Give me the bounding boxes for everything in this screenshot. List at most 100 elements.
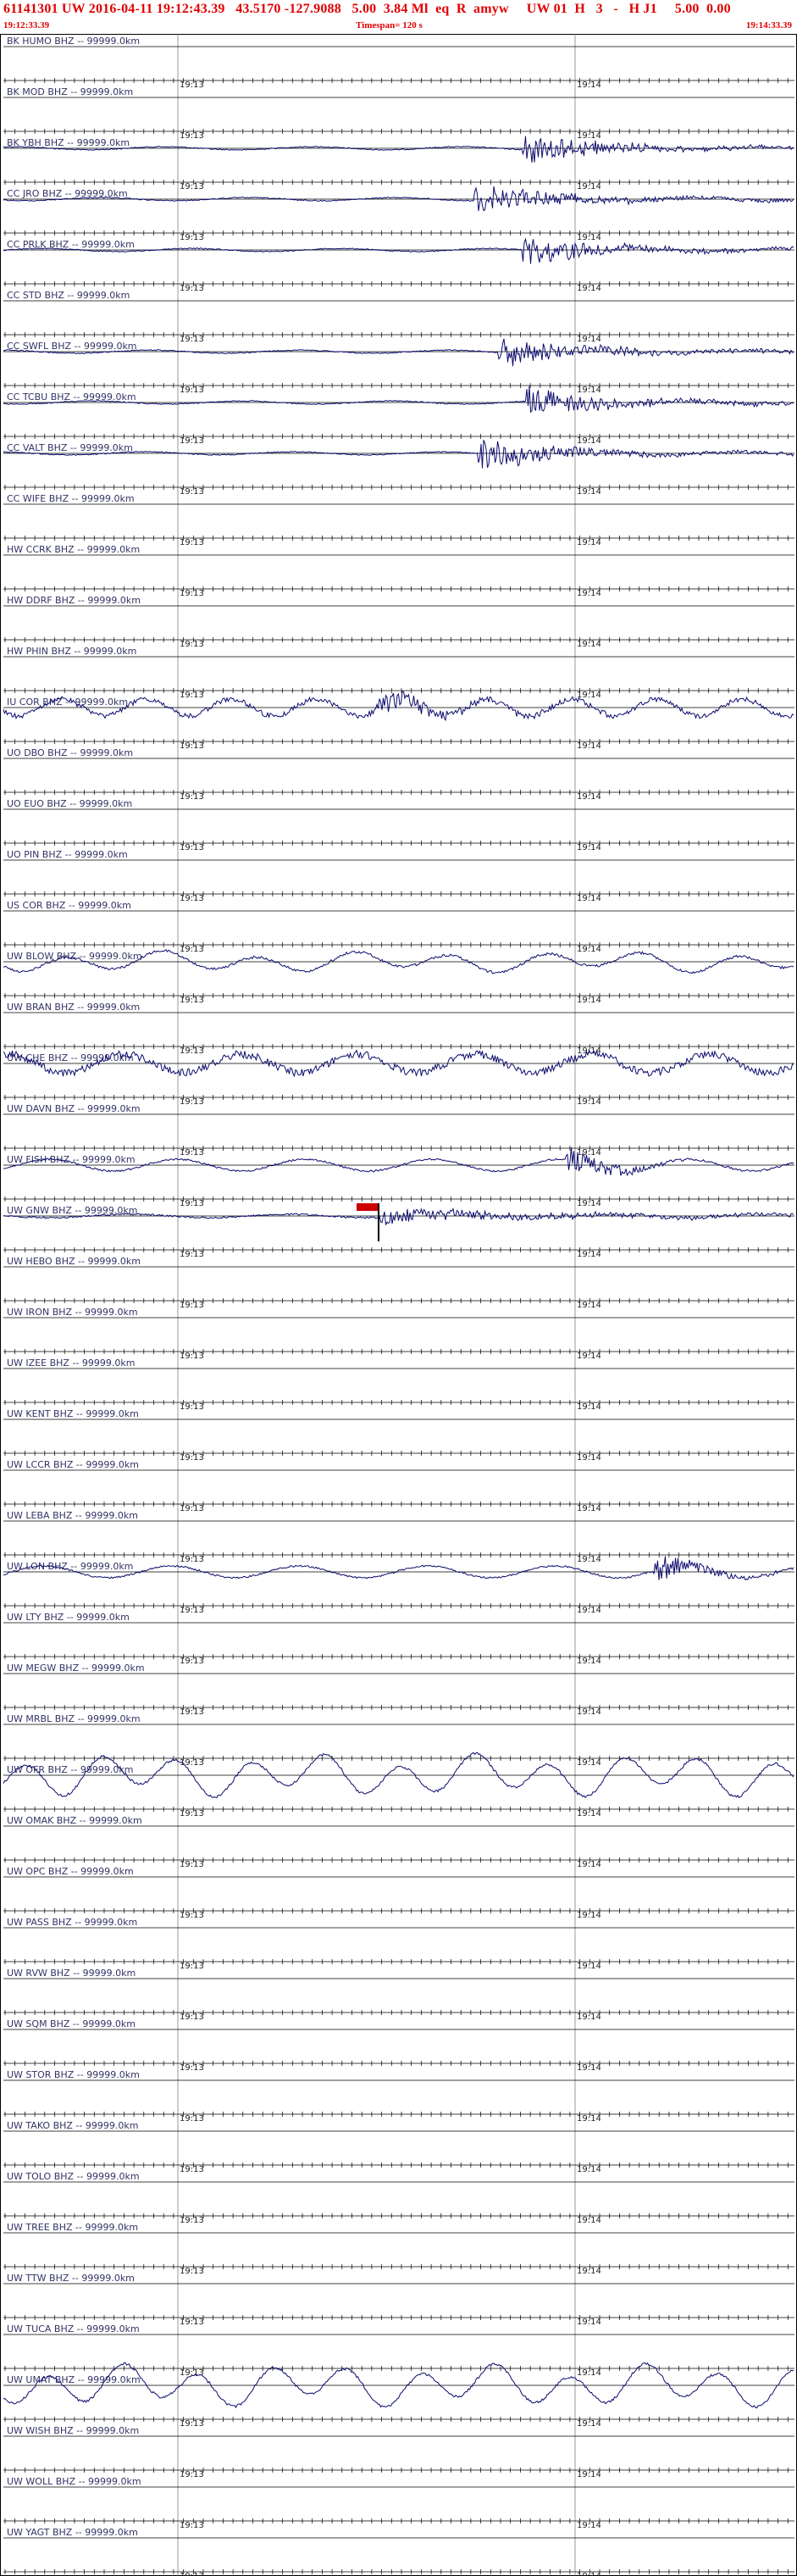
channel-label[interactable]: CC WIFE BHZ -- 99999.0km [7, 493, 135, 504]
channel-label[interactable]: CC TCBU BHZ -- 99999.0km [7, 391, 136, 402]
time-label-19-13: 19:13 [180, 2216, 204, 2225]
time-label-19-13: 19:13 [180, 843, 204, 852]
seismogram-panel[interactable]: 19:13 19:14 BK HUMO BHZ -- 99999.0km 19:13 1… [0, 34, 797, 2576]
channel-label[interactable]: UW LCCR BHZ -- 99999.0km [7, 1459, 139, 1470]
channel-label[interactable]: BK HUMO BHZ -- 99999.0km [7, 36, 140, 47]
time-label-19-14: 19:14 [577, 894, 601, 903]
channel-label[interactable]: UW WISH BHZ -- 99999.0km [7, 2425, 139, 2436]
channel-label[interactable]: UW TTW BHZ -- 99999.0km [7, 2273, 135, 2284]
channel-label[interactable]: UW OMAK BHZ -- 99999.0km [7, 1815, 142, 1826]
channel-label[interactable]: UW BLOW BHZ -- 99999.0km [7, 951, 142, 962]
channel-label[interactable]: HW CCRK BHZ -- 99999.0km [7, 544, 140, 555]
time-label-19-14: 19:14 [577, 843, 601, 852]
channel-label[interactable]: CC VALT BHZ -- 99999.0km [7, 442, 133, 453]
time-label-19-14: 19:14 [577, 792, 601, 802]
time-label-19-13: 19:13 [180, 233, 204, 242]
channel-label[interactable]: UW UMAT BHZ -- 99999.0km [7, 2374, 141, 2385]
channel-label[interactable]: UW OPC BHZ -- 99999.0km [7, 1866, 134, 1877]
time-label-19-13: 19:13 [180, 80, 204, 90]
channel-label[interactable]: UW IZEE BHZ -- 99999.0km [7, 1357, 135, 1368]
time-label-19-13: 19:13 [180, 1657, 204, 1666]
channel-label[interactable]: UW MRBL BHZ -- 99999.0km [7, 1713, 141, 1724]
time-label-19-14: 19:14 [577, 1707, 601, 1717]
time-label-19-14: 19:14 [577, 1555, 601, 1564]
time-label-19-13: 19:13 [180, 1352, 204, 1361]
time-label-19-13: 19:13 [180, 2114, 204, 2124]
channel-label[interactable]: UW YAGT BHZ -- 99999.0km [7, 2527, 138, 2538]
time-label-19-14: 19:14 [577, 131, 601, 141]
channel-label[interactable]: UW DAVN BHZ -- 99999.0km [7, 1103, 141, 1114]
time-label-19-14: 19:14 [577, 1352, 601, 1361]
time-label-19-13: 19:13 [180, 1199, 204, 1208]
channel-label[interactable]: HW DDRF BHZ -- 99999.0km [7, 595, 141, 606]
channel-label[interactable]: UO DBO BHZ -- 99999.0km [7, 747, 133, 758]
channel-label[interactable]: UW BRAN BHZ -- 99999.0km [7, 1002, 140, 1013]
phase-pick-marker[interactable] [356, 1203, 379, 1211]
time-label-19-13: 19:13 [180, 487, 204, 497]
time-label-19-13: 19:13 [180, 996, 204, 1005]
time-label-19-14: 19:14 [577, 2368, 601, 2378]
channel-label[interactable]: UW TAKO BHZ -- 99999.0km [7, 2120, 138, 2131]
channel-label[interactable]: UW LEBA BHZ -- 99999.0km [7, 1510, 138, 1521]
time-label-19-13: 19:13 [180, 792, 204, 802]
time-label-19-13: 19:13 [180, 2419, 204, 2429]
time-label-19-14: 19:14 [577, 386, 601, 395]
time-label-19-14: 19:14 [577, 284, 601, 293]
channel-label[interactable]: UW TREE BHZ -- 99999.0km [7, 2222, 138, 2233]
channel-label[interactable]: BK MOD BHZ -- 99999.0km [7, 86, 133, 97]
time-label-19-14: 19:14 [577, 538, 601, 547]
time-label-19-13: 19:13 [180, 1250, 204, 1259]
time-label-19-14: 19:14 [577, 2063, 601, 2073]
time-label-19-14: 19:14 [577, 2470, 601, 2479]
channel-label[interactable]: UW OFR BHZ -- 99999.0km [7, 1764, 133, 1775]
time-label-19-14: 19:14 [577, 1911, 601, 1920]
channel-label[interactable]: UW WOLL BHZ -- 99999.0km [7, 2476, 141, 2487]
time-label-19-14: 19:14 [577, 2521, 601, 2530]
start-time-label: 19:12:33.39 [3, 20, 50, 31]
channel-label[interactable]: UO PIN BHZ -- 99999.0km [7, 849, 128, 860]
time-label-19-13: 19:13 [180, 1301, 204, 1310]
time-label-19-13: 19:13 [180, 2572, 204, 2576]
channel-label[interactable]: CC SWFL BHZ -- 99999.0km [7, 341, 137, 352]
channel-label[interactable]: UW PASS BHZ -- 99999.0km [7, 1917, 137, 1928]
time-label-19-14: 19:14 [577, 2012, 601, 2022]
channel-label[interactable]: UW RVW BHZ -- 99999.0km [7, 1968, 136, 1979]
time-label-19-13: 19:13 [180, 2165, 204, 2174]
channel-label[interactable]: CC STD BHZ -- 99999.0km [7, 290, 130, 301]
channel-label[interactable]: UW SQM BHZ -- 99999.0km [7, 2018, 136, 2029]
time-label-19-13: 19:13 [180, 691, 204, 700]
channel-label[interactable]: UW HEBO BHZ -- 99999.0km [7, 1256, 141, 1267]
time-label-19-13: 19:13 [180, 1046, 204, 1056]
channel-label[interactable]: UW KENT BHZ -- 99999.0km [7, 1408, 139, 1419]
channel-label[interactable]: UW IRON BHZ -- 99999.0km [7, 1307, 138, 1318]
time-label-19-14: 19:14 [577, 2318, 601, 2327]
time-label-19-14: 19:14 [577, 1860, 601, 1869]
channel-label[interactable]: UW TOLO BHZ -- 99999.0km [7, 2171, 140, 2182]
channel-label[interactable]: UW LTY BHZ -- 99999.0km [7, 1612, 130, 1623]
channel-label[interactable]: UW STOR BHZ -- 99999.0km [7, 2069, 140, 2080]
time-label-19-14: 19:14 [577, 1758, 601, 1768]
channel-label[interactable]: BK YBH BHZ -- 99999.0km [7, 137, 130, 148]
time-label-19-13: 19:13 [180, 538, 204, 547]
time-label-19-14: 19:14 [577, 640, 601, 649]
event-header: 61141301 UW 2016-04-11 19:12:43.39 43.51… [0, 0, 797, 35]
time-label-19-14: 19:14 [577, 80, 601, 90]
time-label-19-14: 19:14 [577, 1097, 601, 1107]
channel-label[interactable]: UO EUO BHZ -- 99999.0km [7, 798, 132, 809]
time-label-19-14: 19:14 [577, 996, 601, 1005]
time-label-19-14: 19:14 [577, 1301, 601, 1310]
channel-label[interactable]: UW TUCA BHZ -- 99999.0km [7, 2323, 140, 2334]
channel-label[interactable]: UW MEGW BHZ -- 99999.0km [7, 1663, 145, 1674]
channel-label[interactable]: IU COR BHZ -- 99999.0km [7, 697, 128, 708]
time-label-19-14: 19:14 [577, 2216, 601, 2225]
time-label-19-13: 19:13 [180, 2521, 204, 2530]
time-label-19-13: 19:13 [180, 1148, 204, 1158]
time-label-19-14: 19:14 [577, 1606, 601, 1615]
channel-label[interactable]: US COR BHZ -- 99999.0km [7, 900, 131, 911]
time-label-19-14: 19:14 [577, 1148, 601, 1158]
time-label-19-14: 19:14 [577, 1504, 601, 1513]
time-label-19-14: 19:14 [577, 1962, 601, 1971]
channel-label[interactable]: HW PHIN BHZ -- 99999.0km [7, 646, 136, 657]
time-label-19-13: 19:13 [180, 1962, 204, 1971]
time-label-19-13: 19:13 [180, 1097, 204, 1107]
